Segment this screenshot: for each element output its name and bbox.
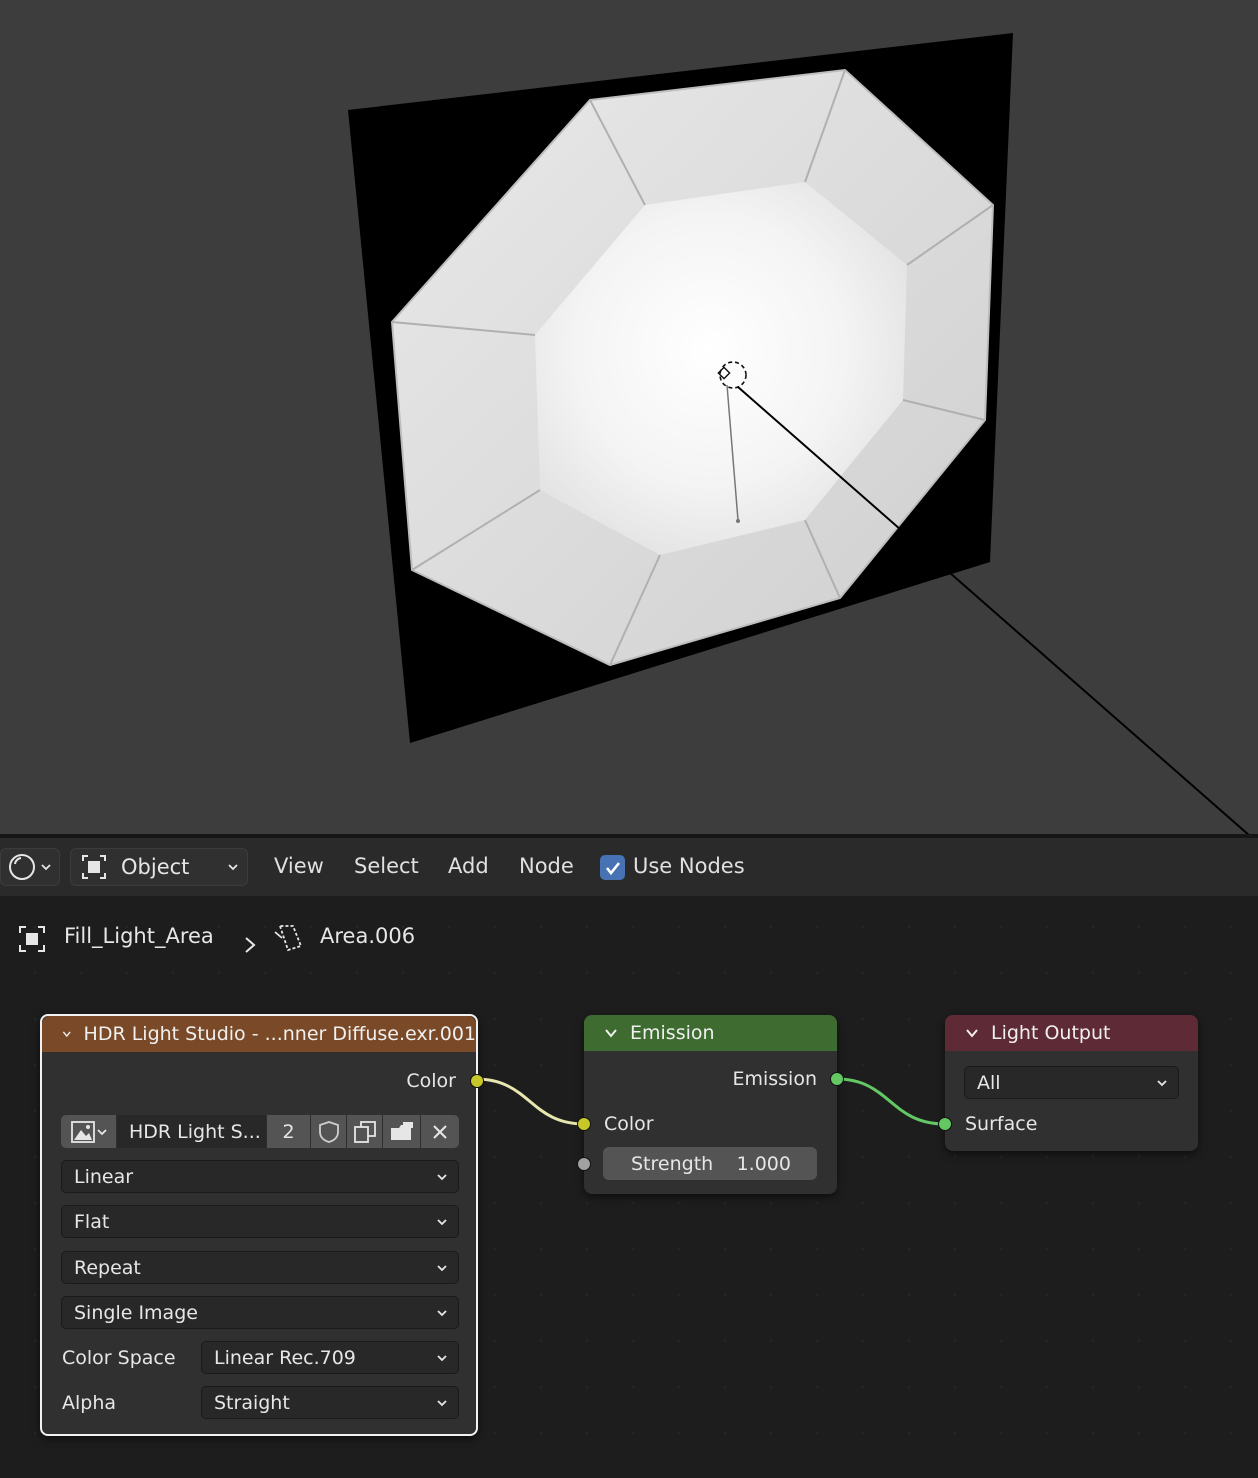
- chevron-down-icon: [437, 1264, 447, 1271]
- interpolation-value: Linear: [74, 1165, 134, 1188]
- chevron-down-icon: [228, 864, 238, 871]
- emission-output-label: Emission: [732, 1068, 817, 1090]
- use-nodes-label[interactable]: Use Nodes: [633, 854, 745, 878]
- source-value: Single Image: [74, 1301, 198, 1324]
- surface-input-socket[interactable]: [938, 1117, 952, 1131]
- editor-type-button[interactable]: [0, 848, 60, 886]
- output-target-value: All: [977, 1071, 1001, 1094]
- image-browse-button[interactable]: [61, 1115, 117, 1148]
- strength-field[interactable]: Strength 1.000: [603, 1147, 817, 1180]
- projection-dropdown[interactable]: Flat: [61, 1205, 459, 1238]
- extension-dropdown[interactable]: Repeat: [61, 1251, 459, 1284]
- image-texture-node[interactable]: HDR Light Studio - ...nner Diffuse.exr.0…: [40, 1014, 484, 1436]
- chevron-down-icon: [437, 1399, 447, 1406]
- image-datablock-selector[interactable]: HDR Light S... 2: [61, 1115, 459, 1148]
- duplicate-icon: [353, 1120, 376, 1143]
- light-output-node[interactable]: Light Output All Surface: [938, 1015, 1198, 1151]
- alpha-value: Straight: [214, 1391, 290, 1414]
- shader-type-dropdown[interactable]: Object: [70, 848, 248, 886]
- object-icon: [19, 926, 45, 952]
- emission-output-socket[interactable]: [830, 1072, 844, 1086]
- strength-value: 1.000: [736, 1152, 791, 1175]
- chevron-down-icon: [437, 1309, 447, 1316]
- breadcrumb-light-data: Area.006: [320, 924, 416, 948]
- light-output-node-header[interactable]: Light Output: [945, 1015, 1198, 1051]
- image-node-header[interactable]: HDR Light Studio - ...nner Diffuse.exr.0…: [42, 1016, 476, 1052]
- surface-label: Surface: [965, 1113, 1038, 1135]
- image-node-title: HDR Light Studio - ...nner Diffuse.exr.0…: [83, 1023, 476, 1045]
- fake-user-button[interactable]: [311, 1115, 347, 1148]
- strength-label: Strength: [631, 1152, 714, 1175]
- output-target-dropdown[interactable]: All: [964, 1066, 1179, 1099]
- viewport-scene: [348, 33, 1251, 836]
- emission-node-header[interactable]: Emission: [584, 1015, 837, 1051]
- menu-add[interactable]: Add: [448, 854, 489, 878]
- folder-icon: [390, 1121, 413, 1140]
- source-dropdown[interactable]: Single Image: [61, 1296, 459, 1329]
- node-editor-header: Object View Select Add Node Use Nodes: [0, 838, 1258, 896]
- alpha-label: Alpha: [62, 1392, 117, 1414]
- color-space-value: Linear Rec.709: [214, 1346, 356, 1369]
- projection-value: Flat: [74, 1210, 110, 1233]
- chevron-down-icon: [437, 1218, 447, 1225]
- chevron-down-icon: [96, 1128, 107, 1135]
- duplicate-image-button[interactable]: [347, 1115, 383, 1148]
- shader-editor-icon: [9, 854, 35, 880]
- image-name: HDR Light S...: [129, 1120, 261, 1143]
- chevron-down-icon: [437, 1354, 447, 1361]
- image-user-count[interactable]: 2: [267, 1115, 311, 1148]
- open-image-button[interactable]: [383, 1115, 421, 1148]
- shield-icon: [318, 1120, 339, 1143]
- close-icon: [433, 1124, 447, 1139]
- light-data-icon: [274, 925, 303, 952]
- object-icon: [82, 855, 106, 879]
- chevron-down-icon: [41, 864, 51, 871]
- user-count-label: 2: [282, 1120, 295, 1143]
- unlink-image-button[interactable]: [421, 1115, 459, 1148]
- shader-type-label: Object: [121, 855, 190, 879]
- extension-value: Repeat: [74, 1256, 141, 1279]
- collapse-chevron-icon[interactable]: [604, 1026, 618, 1040]
- collapse-chevron-icon[interactable]: [965, 1026, 979, 1040]
- chevron-down-icon: [1157, 1079, 1167, 1086]
- color-space-dropdown[interactable]: Linear Rec.709: [201, 1341, 459, 1374]
- menu-select[interactable]: Select: [354, 854, 419, 878]
- menu-node[interactable]: Node: [519, 854, 574, 878]
- use-nodes-checkbox[interactable]: [600, 855, 625, 880]
- image-output-color-label: Color: [406, 1070, 456, 1092]
- light-output-node-title: Light Output: [991, 1022, 1111, 1044]
- alpha-dropdown[interactable]: Straight: [201, 1386, 459, 1419]
- strength-input-socket[interactable]: [577, 1157, 591, 1171]
- menu-view[interactable]: View: [274, 854, 324, 878]
- image-name-field[interactable]: HDR Light S...: [117, 1115, 267, 1148]
- 3d-viewport[interactable]: [0, 0, 1258, 836]
- emission-color-label: Color: [604, 1113, 654, 1135]
- interpolation-dropdown[interactable]: Linear: [61, 1160, 459, 1193]
- image-color-output-socket[interactable]: [470, 1074, 484, 1088]
- chevron-right-icon: [245, 937, 256, 953]
- image-icon: [70, 1120, 95, 1143]
- breadcrumb-object: Fill_Light_Area: [64, 924, 214, 948]
- color-space-label: Color Space: [62, 1347, 176, 1369]
- emission-node-title: Emission: [630, 1022, 715, 1044]
- collapse-chevron-icon[interactable]: [62, 1027, 72, 1041]
- chevron-down-icon: [437, 1173, 447, 1180]
- emission-color-input-socket[interactable]: [577, 1117, 591, 1131]
- checkmark-icon: [605, 861, 620, 875]
- emission-node[interactable]: Emission Emission Color Strength 1.000: [577, 1015, 844, 1194]
